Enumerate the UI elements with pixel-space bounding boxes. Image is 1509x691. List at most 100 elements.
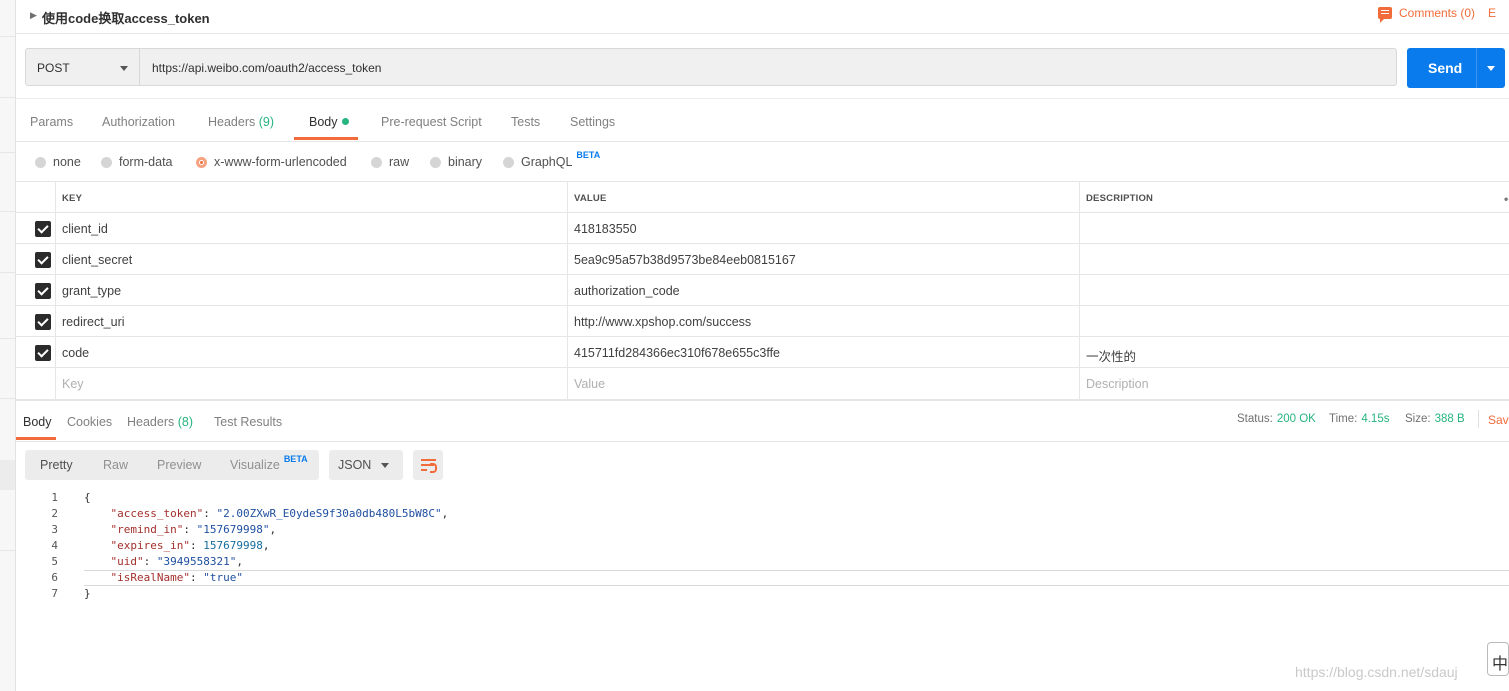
tab-body[interactable]: Body [309, 115, 349, 129]
tab-response-headers[interactable]: Headers (8) [127, 415, 193, 429]
format-select[interactable]: JSON [329, 450, 403, 480]
status-value: 200 OK [1276, 413, 1316, 425]
cell-text: http://www.xpshop.com/success [574, 315, 752, 329]
line-number: 6 [51, 571, 58, 584]
radio-label: binary [448, 155, 483, 169]
cell-key[interactable]: grant_type [55, 275, 568, 306]
cell-description[interactable] [1079, 306, 1509, 337]
cell-value[interactable]: 5ea9c95a57b38d9573be84eeb0815167 [567, 244, 1080, 275]
view-pretty[interactable]: Pretty [40, 458, 73, 472]
send-button[interactable]: Send [1407, 48, 1505, 88]
code-text: "access_token": "2.00ZXwR_E0ydeS9f30a0db… [110, 507, 449, 520]
cell-text: code [62, 346, 90, 360]
checkbox-icon[interactable] [35, 252, 51, 268]
tab-response-cookies[interactable]: Cookies [67, 415, 112, 429]
radio-x-www-form-urlencoded[interactable]: x-www-form-urlencoded [196, 155, 347, 169]
cell-description[interactable] [1079, 213, 1509, 244]
tab-pre-request-script[interactable]: Pre-request Script [381, 115, 482, 129]
tab-tests[interactable]: Tests [511, 115, 540, 129]
ime-label: 中 [1492, 654, 1509, 673]
tab-settings[interactable]: Settings [570, 115, 615, 129]
radio-binary[interactable]: binary [430, 155, 482, 169]
status-label: Status: [1237, 413, 1273, 425]
chevron-down-icon[interactable] [1487, 66, 1495, 71]
tab-response-body[interactable]: Body [23, 415, 52, 429]
line-number: 7 [51, 587, 58, 600]
time-value: 4.15s [1361, 413, 1390, 425]
url-input[interactable]: https://api.weibo.com/oauth2/access_toke… [140, 48, 1397, 86]
chevron-down-icon [381, 463, 389, 468]
cell-text: 一次性的 [1086, 350, 1137, 364]
checkbox-icon[interactable] [35, 221, 51, 237]
placeholder-text: Description [1086, 377, 1149, 391]
cell-value[interactable]: authorization_code [567, 275, 1080, 306]
cell-description[interactable] [1079, 244, 1509, 275]
view-raw[interactable]: Raw [103, 458, 128, 472]
radio-icon [101, 156, 112, 168]
code-text: "expires_in": 157679998, [110, 539, 270, 552]
view-visualize[interactable]: Visualize BETA [230, 454, 308, 472]
ime-indicator[interactable]: 中 [1487, 642, 1509, 676]
cell-text: 418183550 [574, 222, 637, 236]
json-key: "expires_in" [110, 539, 190, 552]
cell-value[interactable]: 415711fd284366ec310f678e655c3ffe [567, 337, 1080, 368]
radio-none[interactable]: none [35, 155, 81, 169]
cell-description[interactable] [1079, 275, 1509, 306]
radio-label: GraphQL [521, 155, 573, 169]
cell-key[interactable]: client_secret [55, 244, 568, 275]
radio-graphql[interactable]: GraphQL BETA [503, 150, 600, 169]
cell-key[interactable]: code [55, 337, 568, 368]
beta-badge: BETA [576, 150, 601, 160]
key-input[interactable]: Key [55, 368, 568, 399]
response-view-switcher: Pretty Raw Preview Visualize BETA [25, 450, 319, 480]
cell-text: 5ea9c95a57b38d9573be84eeb0815167 [574, 253, 796, 267]
value-input[interactable]: Value [567, 368, 1080, 399]
tab-authorization[interactable]: Authorization [102, 115, 175, 129]
radio-raw[interactable]: raw [371, 155, 409, 169]
caret-right-icon[interactable]: ▶ [30, 10, 37, 21]
active-tab-indicator [16, 437, 56, 440]
code-line: 5 "uid": "3949558321", [16, 554, 1509, 570]
cell-value[interactable]: 418183550 [567, 213, 1080, 244]
cell-description[interactable]: 一次性的 [1079, 337, 1509, 368]
json-value: "157679998" [196, 523, 270, 536]
modified-dot-icon [341, 118, 349, 125]
checkbox-icon[interactable] [35, 345, 51, 361]
active-tab-indicator [294, 137, 358, 140]
cell-text: authorization_code [574, 284, 680, 298]
save-response-button[interactable]: Save [1488, 413, 1509, 427]
comments-link[interactable]: Comments (0) E [1378, 6, 1496, 23]
table-row: client_secret 5ea9c95a57b38d9573be84eeb08… [16, 243, 1509, 275]
divider [1478, 410, 1479, 428]
checkbox-icon[interactable] [35, 283, 51, 299]
line-number: 3 [51, 523, 58, 536]
tab-test-results[interactable]: Test Results [214, 415, 282, 429]
checkbox-icon[interactable] [35, 314, 51, 330]
json-key: "access_token" [110, 507, 204, 520]
tab-response-headers-count: (8) [177, 415, 194, 429]
line-number: 2 [51, 507, 58, 520]
wrap-lines-button[interactable] [413, 450, 443, 480]
code-line: 4 "expires_in": 157679998, [16, 538, 1509, 554]
table-row: grant_type authorization_code [16, 274, 1509, 306]
column-header-description: DESCRIPTION [1079, 182, 1509, 213]
tab-headers[interactable]: Headers (9) [208, 115, 274, 129]
code-line: 7} [16, 586, 1509, 602]
code-line: 1{ [16, 490, 1509, 506]
view-preview[interactable]: Preview [157, 458, 201, 472]
radio-icon [35, 156, 46, 168]
size-label: Size: [1405, 413, 1431, 425]
beta-badge: BETA [283, 454, 308, 464]
cell-text: redirect_uri [62, 315, 125, 329]
request-title[interactable]: 使用code换取access_token [42, 8, 210, 27]
cell-text: client_secret [62, 253, 133, 267]
description-input[interactable]: Description [1079, 368, 1509, 399]
cell-key[interactable]: redirect_uri [55, 306, 568, 337]
method-select[interactable]: POST [25, 48, 140, 86]
radio-form-data[interactable]: form-data [101, 155, 173, 169]
tab-params[interactable]: Params [30, 115, 73, 129]
cell-value[interactable]: http://www.xpshop.com/success [567, 306, 1080, 337]
view-visualize-label: Visualize [230, 458, 280, 472]
more-icon[interactable]: ••• [1504, 192, 1509, 206]
cell-key[interactable]: client_id [55, 213, 568, 244]
